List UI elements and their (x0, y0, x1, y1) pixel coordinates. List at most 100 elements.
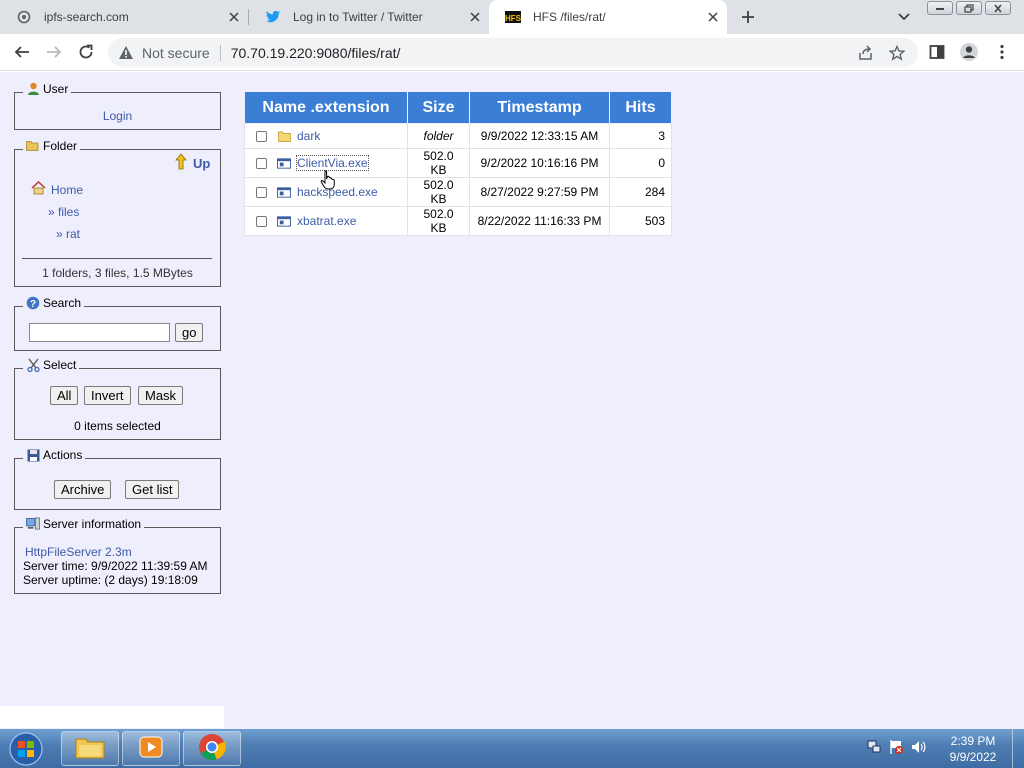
column-header-timestamp[interactable]: Timestamp (469, 91, 610, 124)
table-row: hackspeed.exe 502.0 KB 8/27/2022 9:27:59… (244, 177, 672, 207)
executable-icon (277, 157, 291, 169)
panel-legend: Server information (23, 517, 145, 531)
row-checkbox[interactable] (256, 130, 267, 142)
invert-button[interactable]: Invert (84, 386, 131, 405)
up-button[interactable]: Up (175, 153, 210, 174)
hits-cell: 503 (609, 206, 672, 236)
panel-legend: Actions (23, 448, 86, 462)
select-panel: Select All Invert Mask 0 items selected (14, 358, 221, 440)
up-arrow-icon (175, 153, 191, 174)
scissors-icon (26, 358, 40, 372)
address-bar[interactable]: Not secure 70.70.19.220:9080/files/rat/ (108, 38, 918, 67)
breadcrumb-rat[interactable]: » rat (56, 227, 80, 241)
close-icon[interactable] (465, 7, 485, 27)
chevron-down-icon[interactable] (893, 7, 915, 27)
mask-button[interactable]: Mask (138, 386, 184, 405)
taskbar-chrome[interactable] (183, 731, 241, 766)
panel-legend: User (23, 82, 72, 96)
size-cell: 502.0 KB (407, 148, 470, 178)
network-icon[interactable] (866, 739, 882, 758)
server-software-link[interactable]: HttpFileServer 2.3m (25, 545, 132, 559)
executable-icon (277, 186, 291, 198)
tab-hfs[interactable]: HFS HFS /files/rat/ (489, 0, 727, 34)
actions-panel: Actions Archive Get list (14, 448, 221, 510)
reload-icon[interactable] (73, 39, 99, 65)
archive-button[interactable]: Archive (54, 480, 112, 499)
hits-cell: 3 (609, 123, 672, 149)
url-text[interactable]: 70.70.19.220:9080/files/rat/ (231, 45, 401, 61)
row-checkbox[interactable] (256, 157, 267, 169)
column-header-name[interactable]: Name .extension (244, 91, 408, 124)
close-icon[interactable] (224, 7, 244, 27)
profile-icon[interactable] (956, 39, 982, 65)
user-icon (26, 82, 40, 96)
panel-legend: Folder (23, 139, 81, 153)
window-controls (927, 1, 1011, 15)
action-center-icon[interactable] (888, 739, 904, 758)
side-panel-icon[interactable] (924, 39, 950, 65)
hand-cursor-icon (320, 170, 336, 193)
tab-title: ipfs-search.com (44, 10, 129, 24)
server-uptime: Server uptime: (2 days) 19:18:09 (23, 573, 198, 587)
security-label[interactable]: Not secure (142, 45, 210, 61)
go-button[interactable]: go (175, 323, 204, 342)
panel-title: Server information (43, 517, 142, 531)
column-header-size[interactable]: Size (407, 91, 470, 124)
forward-icon[interactable] (41, 39, 67, 65)
tab-ipfs-search[interactable]: ipfs-search.com (0, 0, 248, 34)
file-link[interactable]: hackspeed.exe (297, 185, 378, 199)
volume-icon[interactable] (910, 739, 926, 758)
get-list-button[interactable]: Get list (125, 480, 180, 499)
selection-status: 0 items selected (74, 419, 161, 433)
save-icon (26, 448, 40, 462)
breadcrumb-home[interactable]: Home (31, 180, 84, 198)
row-checkbox[interactable] (256, 186, 267, 198)
show-desktop-button[interactable] (1012, 729, 1024, 768)
star-icon[interactable] (884, 38, 910, 67)
row-checkbox[interactable] (256, 215, 267, 227)
minimize-button[interactable] (927, 1, 953, 15)
file-link[interactable]: xbatrat.exe (297, 214, 356, 228)
new-tab-button[interactable] (736, 5, 760, 29)
hfs-page: User Login Folder Up Home » files » rat … (0, 72, 1024, 729)
menu-dots-icon[interactable] (989, 39, 1015, 65)
search-input[interactable] (29, 323, 170, 342)
tab-title: Log in to Twitter / Twitter (293, 10, 423, 24)
tab-twitter[interactable]: Log in to Twitter / Twitter (249, 0, 489, 34)
warning-icon[interactable] (118, 45, 134, 61)
folder-panel: Folder Up Home » files » rat 1 folders, … (14, 139, 221, 287)
start-button[interactable] (6, 732, 46, 766)
divider (22, 258, 212, 259)
close-icon[interactable] (703, 7, 723, 27)
tab-strip: ipfs-search.com Log in to Twitter / Twit… (0, 0, 1024, 34)
panel-title: Folder (43, 139, 78, 153)
name-cell: xbatrat.exe (244, 206, 408, 236)
server-time: Server time: 9/9/2022 11:39:59 AM (23, 559, 208, 573)
file-link[interactable]: dark (297, 129, 320, 143)
close-window-button[interactable] (985, 1, 1011, 15)
breadcrumb-home-label: Home (51, 182, 84, 197)
system-clock[interactable]: 2:39 PM 9/9/2022 (938, 733, 1008, 765)
column-header-hits[interactable]: Hits (609, 91, 672, 124)
panel-title: User (43, 82, 69, 96)
hits-cell: 284 (609, 177, 672, 207)
breadcrumb-files[interactable]: » files (48, 205, 79, 219)
browser-toolbar: Not secure 70.70.19.220:9080/files/rat/ (0, 34, 1024, 71)
file-link[interactable]: ClientVia.exe (296, 155, 369, 171)
select-all-button[interactable]: All (50, 386, 79, 405)
panel-title: Actions (43, 448, 83, 462)
chrome-icon (198, 733, 226, 764)
back-icon[interactable] (9, 39, 35, 65)
taskbar-media-player[interactable] (122, 731, 180, 766)
clock-date: 9/9/2022 (949, 750, 997, 764)
share-icon[interactable] (853, 38, 879, 67)
svg-text:HFS: HFS (505, 14, 521, 23)
taskbar-explorer[interactable] (61, 731, 119, 766)
panel-title: Select (43, 358, 77, 372)
hfs-icon: HFS (505, 9, 521, 25)
restore-button[interactable] (956, 1, 982, 15)
help-icon: ? (26, 296, 40, 310)
server-icon (26, 517, 40, 531)
login-link[interactable]: Login (15, 109, 220, 123)
twitter-icon (265, 9, 281, 25)
